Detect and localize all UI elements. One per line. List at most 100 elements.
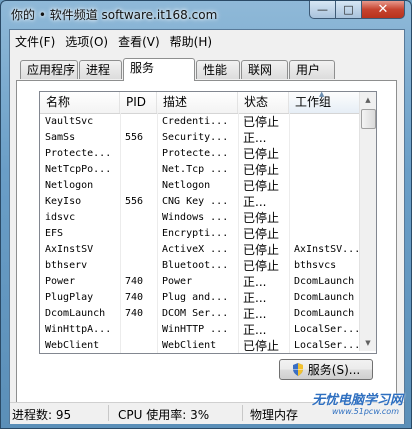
service-description: Windows ... (162, 212, 229, 223)
service-status: 已停止 (243, 243, 280, 257)
scroll-down-icon[interactable]: ▼ (360, 335, 376, 351)
table-row[interactable]: WinHttpA... WinHTTP ... 正... LocalSer... (40, 322, 360, 338)
tab-performance[interactable]: 性能 (196, 60, 240, 79)
status-divider (108, 405, 109, 421)
menu-help[interactable]: 帮助(H) (165, 30, 217, 52)
watermark-url: www.51pcw.com (332, 407, 399, 416)
services-list[interactable]: 名称 PID 描述 状态 ▲ 工作组 VaultSvc Credenti... 已停… (39, 91, 377, 354)
service-name: NetTcpPo... (45, 164, 112, 175)
service-description: Security... (162, 132, 229, 143)
menu-options[interactable]: 选项(O) (60, 30, 113, 52)
service-name: EFS (45, 228, 64, 239)
service-pid (120, 178, 157, 194)
service-name: Power (45, 276, 76, 287)
tab-applications[interactable]: 应用程序 (20, 60, 78, 79)
service-group (289, 162, 360, 178)
service-status: 已停止 (243, 259, 280, 273)
table-row[interactable]: KeyIso 556 CNG Key ... 正... (40, 194, 360, 210)
service-group (289, 210, 360, 226)
service-status: 正... (243, 275, 267, 289)
service-status: 正... (243, 307, 267, 321)
services-button[interactable]: 服务(S)... (279, 359, 373, 380)
service-group (289, 114, 360, 130)
tab-services[interactable]: 服务 (123, 58, 195, 81)
table-row[interactable]: SamSs 556 Security... 正... (40, 130, 360, 146)
table-row[interactable]: bthserv Bluetoot... 已停止 bthsvcs (40, 258, 360, 274)
service-name: idsvc (45, 212, 76, 223)
service-status: 已停止 (243, 227, 280, 241)
service-status: 已停止 (243, 147, 280, 161)
service-group: LocalSer... (294, 324, 360, 335)
vertical-scrollbar[interactable]: ▲ ▼ (359, 92, 376, 351)
status-process-count: 进程数: 95 (12, 408, 72, 422)
service-status: 正... (243, 195, 267, 209)
column-header-group[interactable]: ▲ 工作组 (289, 92, 360, 113)
table-row[interactable]: WebClient WebClient 已停止 LocalSer... (40, 338, 360, 353)
service-status: 已停止 (243, 339, 280, 353)
service-pid: 740 (125, 292, 144, 303)
service-name: DcomLaunch (45, 308, 106, 319)
column-header-pid[interactable]: PID (120, 92, 157, 113)
service-status: 正... (243, 323, 267, 337)
service-name: PlugPlay (45, 292, 94, 303)
scroll-thumb[interactable] (361, 109, 376, 129)
column-header-name[interactable]: 名称 (40, 92, 120, 113)
table-row[interactable]: AxInstSV ActiveX ... 已停止 AxInstSV... (40, 242, 360, 258)
service-name: WinHttpA... (45, 324, 112, 335)
column-header-description[interactable]: 描述 (157, 92, 238, 113)
service-pid: 556 (125, 196, 144, 207)
service-pid (120, 242, 157, 258)
sort-ascending-icon: ▲ (319, 91, 325, 98)
service-group (289, 130, 360, 146)
minimize-button[interactable]: — (309, 1, 335, 19)
service-pid (120, 114, 157, 130)
service-description: WinHTTP ... (162, 324, 229, 335)
service-group (289, 194, 360, 210)
list-rows: VaultSvc Credenti... 已停止 SamSs 556 Security..… (40, 114, 360, 353)
service-status: 正... (243, 131, 267, 145)
table-row[interactable]: VaultSvc Credenti... 已停止 (40, 114, 360, 130)
table-row[interactable]: Protecte... Protecte... 已停止 (40, 146, 360, 162)
service-name: Protecte... (45, 148, 112, 159)
service-group: DcomLaunch (294, 276, 355, 287)
table-row[interactable]: NetTcpPo... Net.Tcp ... 已停止 (40, 162, 360, 178)
task-manager-window: 你的 • 软件频道 software.it168.com — □ ✕ 文件(F)… (0, 0, 412, 429)
service-group (289, 178, 360, 194)
service-group: DcomLaunch (294, 292, 355, 303)
status-cpu-usage: CPU 使用率: 3% (118, 408, 210, 422)
table-row[interactable]: idsvc Windows ... 已停止 (40, 210, 360, 226)
scroll-up-icon[interactable]: ▲ (360, 92, 376, 108)
tab-processes[interactable]: 进程 (79, 60, 122, 79)
service-pid: 740 (125, 276, 144, 287)
menu-view[interactable]: 查看(V) (113, 30, 165, 52)
service-pid: 740 (125, 308, 144, 319)
tab-strip: 应用程序 进程 服务 性能 联网 用户 (16, 58, 400, 81)
title-bar[interactable]: 你的 • 软件频道 software.it168.com — □ ✕ (1, 1, 411, 29)
maximize-button[interactable]: □ (335, 1, 361, 19)
service-pid (120, 162, 157, 178)
service-group: DcomLaunch (294, 308, 355, 319)
service-description: Netlogon (162, 180, 211, 191)
close-button[interactable]: ✕ (361, 1, 405, 19)
table-row[interactable]: Netlogon Netlogon 已停止 (40, 178, 360, 194)
tab-users[interactable]: 用户 (289, 60, 335, 79)
service-description: Encrypti... (162, 228, 229, 239)
column-header-status[interactable]: 状态 (238, 92, 289, 113)
menu-file[interactable]: 文件(F) (10, 30, 60, 52)
caption-buttons: — □ ✕ (309, 1, 405, 21)
tab-networking[interactable]: 联网 (241, 60, 288, 79)
table-row[interactable]: DcomLaunch 740 DCOM Ser... 正... DcomLaunch (40, 306, 360, 322)
service-description: Protecte... (162, 148, 229, 159)
list-header: 名称 PID 描述 状态 ▲ 工作组 (40, 92, 360, 114)
table-row[interactable]: EFS Encrypti... 已停止 (40, 226, 360, 242)
service-status: 已停止 (243, 211, 280, 225)
service-status: 已停止 (243, 163, 280, 177)
menu-bar: 文件(F) 选项(O) 查看(V) 帮助(H) (10, 30, 404, 52)
service-pid (120, 258, 157, 274)
service-group (289, 226, 360, 242)
table-row[interactable]: PlugPlay 740 Plug and... 正... DcomLaunch (40, 290, 360, 306)
table-row[interactable]: Power 740 Power 正... DcomLaunch (40, 274, 360, 290)
close-icon: ✕ (377, 2, 389, 17)
service-pid (120, 210, 157, 226)
service-group: bthsvcs (294, 260, 337, 271)
